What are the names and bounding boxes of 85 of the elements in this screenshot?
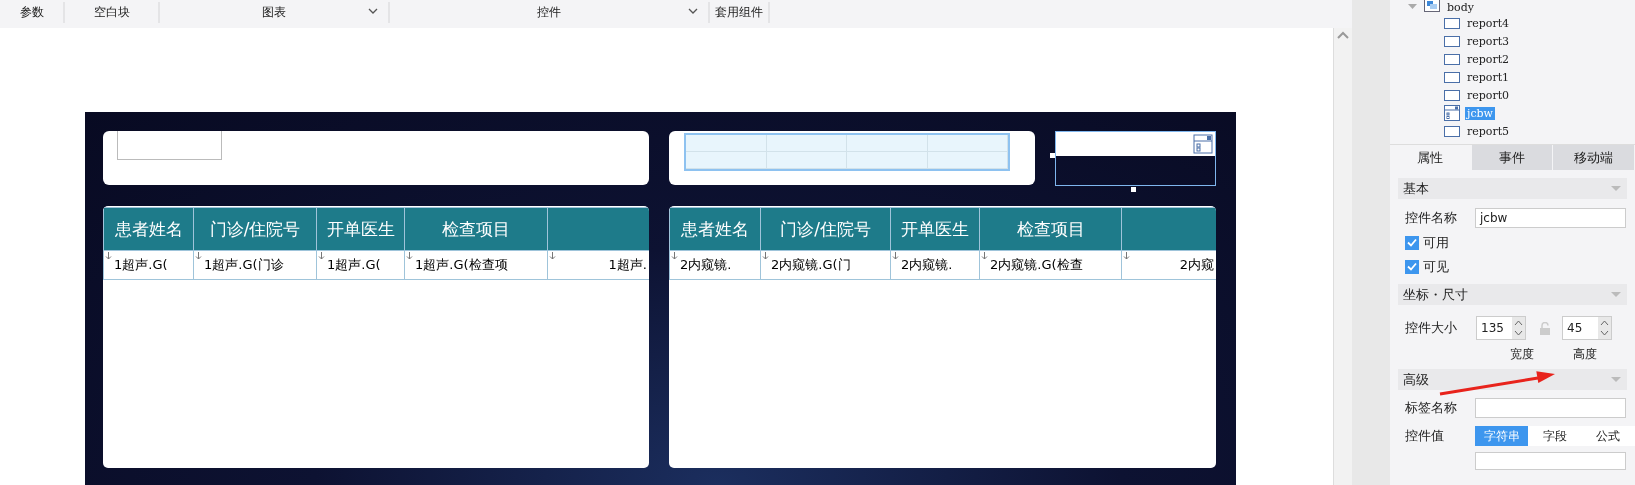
expand-arrow-icon: [762, 252, 769, 260]
report-icon: [1444, 71, 1460, 83]
segment-option[interactable]: 公式: [1581, 426, 1635, 446]
expand-arrow-icon: [105, 252, 112, 260]
number-field[interactable]: 45: [1562, 316, 1612, 340]
lock-icon[interactable]: [1539, 321, 1551, 335]
column-header: 检查项目: [404, 207, 548, 251]
selected-widget[interactable]: [1055, 131, 1216, 186]
tree-item[interactable]: report1: [1465, 70, 1512, 84]
tree-item[interactable]: report4: [1465, 16, 1512, 30]
tree-item[interactable]: report2: [1465, 52, 1512, 66]
table-cell: 2内窥镜.: [890, 250, 980, 280]
table-cell: 1超声.G(检查项: [404, 250, 548, 280]
table-cell: 2内窥镜.: [669, 250, 761, 280]
expand-arrow-icon: [406, 252, 413, 260]
section-header[interactable]: 高级: [1398, 369, 1627, 390]
scroll-up-icon[interactable]: [1337, 31, 1349, 39]
report-icon: [1444, 35, 1460, 47]
report-icon: [1444, 125, 1460, 137]
number-field[interactable]: 135: [1476, 316, 1526, 340]
expand-arrow-icon: [549, 252, 556, 260]
field-label: 宽度: [1510, 346, 1534, 363]
checkbox[interactable]: [1405, 235, 1419, 250]
section-title: 坐标・尺寸: [1403, 285, 1468, 304]
tree-item[interactable]: report0: [1465, 88, 1512, 102]
scrollbar[interactable]: [1333, 28, 1352, 485]
collapse-icon[interactable]: [1611, 376, 1621, 383]
column-header: 患者姓名: [669, 207, 761, 251]
collapse-icon[interactable]: [1611, 185, 1621, 192]
toolbar-dropdown[interactable]: 控件: [390, 2, 710, 23]
table-cell: 1超声.G(门诊: [193, 250, 317, 280]
section-title: 基本: [1403, 179, 1429, 198]
expand-arrow-icon: [195, 252, 202, 260]
section-header[interactable]: 基本: [1398, 178, 1627, 199]
collapse-icon[interactable]: [1611, 291, 1621, 298]
resize-handle[interactable]: [1050, 153, 1055, 158]
table-cell: 2内窥镜.G(门: [760, 250, 891, 280]
expand-arrow-icon: [1123, 252, 1130, 260]
report-icon: [1444, 17, 1460, 29]
toolbar-item[interactable]: 套用组件: [710, 2, 770, 23]
tab[interactable]: 移动端: [1553, 145, 1635, 170]
checkbox[interactable]: [1405, 259, 1419, 274]
expand-arrow-icon: [318, 252, 325, 260]
value-field[interactable]: [1475, 452, 1626, 470]
column-header: 开单医生: [316, 207, 405, 251]
tree-item[interactable]: body: [1445, 0, 1476, 14]
tree-item[interactable]: report3: [1465, 34, 1512, 48]
field-label: 控件大小: [1405, 319, 1458, 337]
table-cell: 1超声.G(: [316, 250, 405, 280]
checkbox-label: 可见: [1423, 257, 1449, 276]
report-icon: [1444, 89, 1460, 101]
expand-arrow-icon: [981, 252, 988, 260]
field-label: 控件值: [1405, 427, 1445, 445]
expand-arrow-icon: [671, 252, 678, 260]
section-header[interactable]: 坐标・尺寸: [1398, 284, 1627, 305]
table-cell: 1超声.: [547, 250, 649, 280]
tab[interactable]: 事件: [1471, 145, 1554, 170]
field-label: 标签名称: [1405, 399, 1458, 417]
spinner-icon[interactable]: [1512, 317, 1525, 339]
field-label: 高度: [1573, 346, 1597, 363]
resize-handle[interactable]: [1131, 187, 1136, 192]
section-title: 高级: [1403, 370, 1429, 389]
column-header: 检查项目: [979, 207, 1122, 251]
column-header: 门诊/住院号: [193, 207, 317, 251]
widget-icon: [1193, 134, 1213, 154]
name-field[interactable]: jcbw: [1475, 208, 1626, 228]
segment-option[interactable]: 字段: [1528, 426, 1582, 446]
field-label: 控件名称: [1405, 209, 1458, 227]
table-cell: 2内窥: [1121, 250, 1216, 280]
toolbar-item[interactable]: 空白块: [65, 2, 160, 23]
tag-name-field[interactable]: [1475, 398, 1626, 418]
toolbar-dropdown[interactable]: 图表: [160, 2, 390, 23]
expand-arrow-icon: [892, 252, 899, 260]
tree-item[interactable]: report5: [1465, 124, 1512, 138]
toolbar-item[interactable]: 参数: [0, 2, 65, 23]
table-cell: 1超声.G(: [103, 250, 194, 280]
checkbox-label: 可用: [1423, 233, 1449, 252]
spinner-icon[interactable]: [1598, 317, 1611, 339]
table-cell: 2内窥镜.G(检查: [979, 250, 1122, 280]
expand-triangle-icon[interactable]: [1408, 4, 1417, 10]
column-header: 患者姓名: [103, 207, 194, 251]
widget-icon: [1444, 105, 1460, 121]
column-header: 开单医生: [890, 207, 980, 251]
report-icon: [1444, 53, 1460, 65]
column-header: 门诊/住院号: [760, 207, 891, 251]
